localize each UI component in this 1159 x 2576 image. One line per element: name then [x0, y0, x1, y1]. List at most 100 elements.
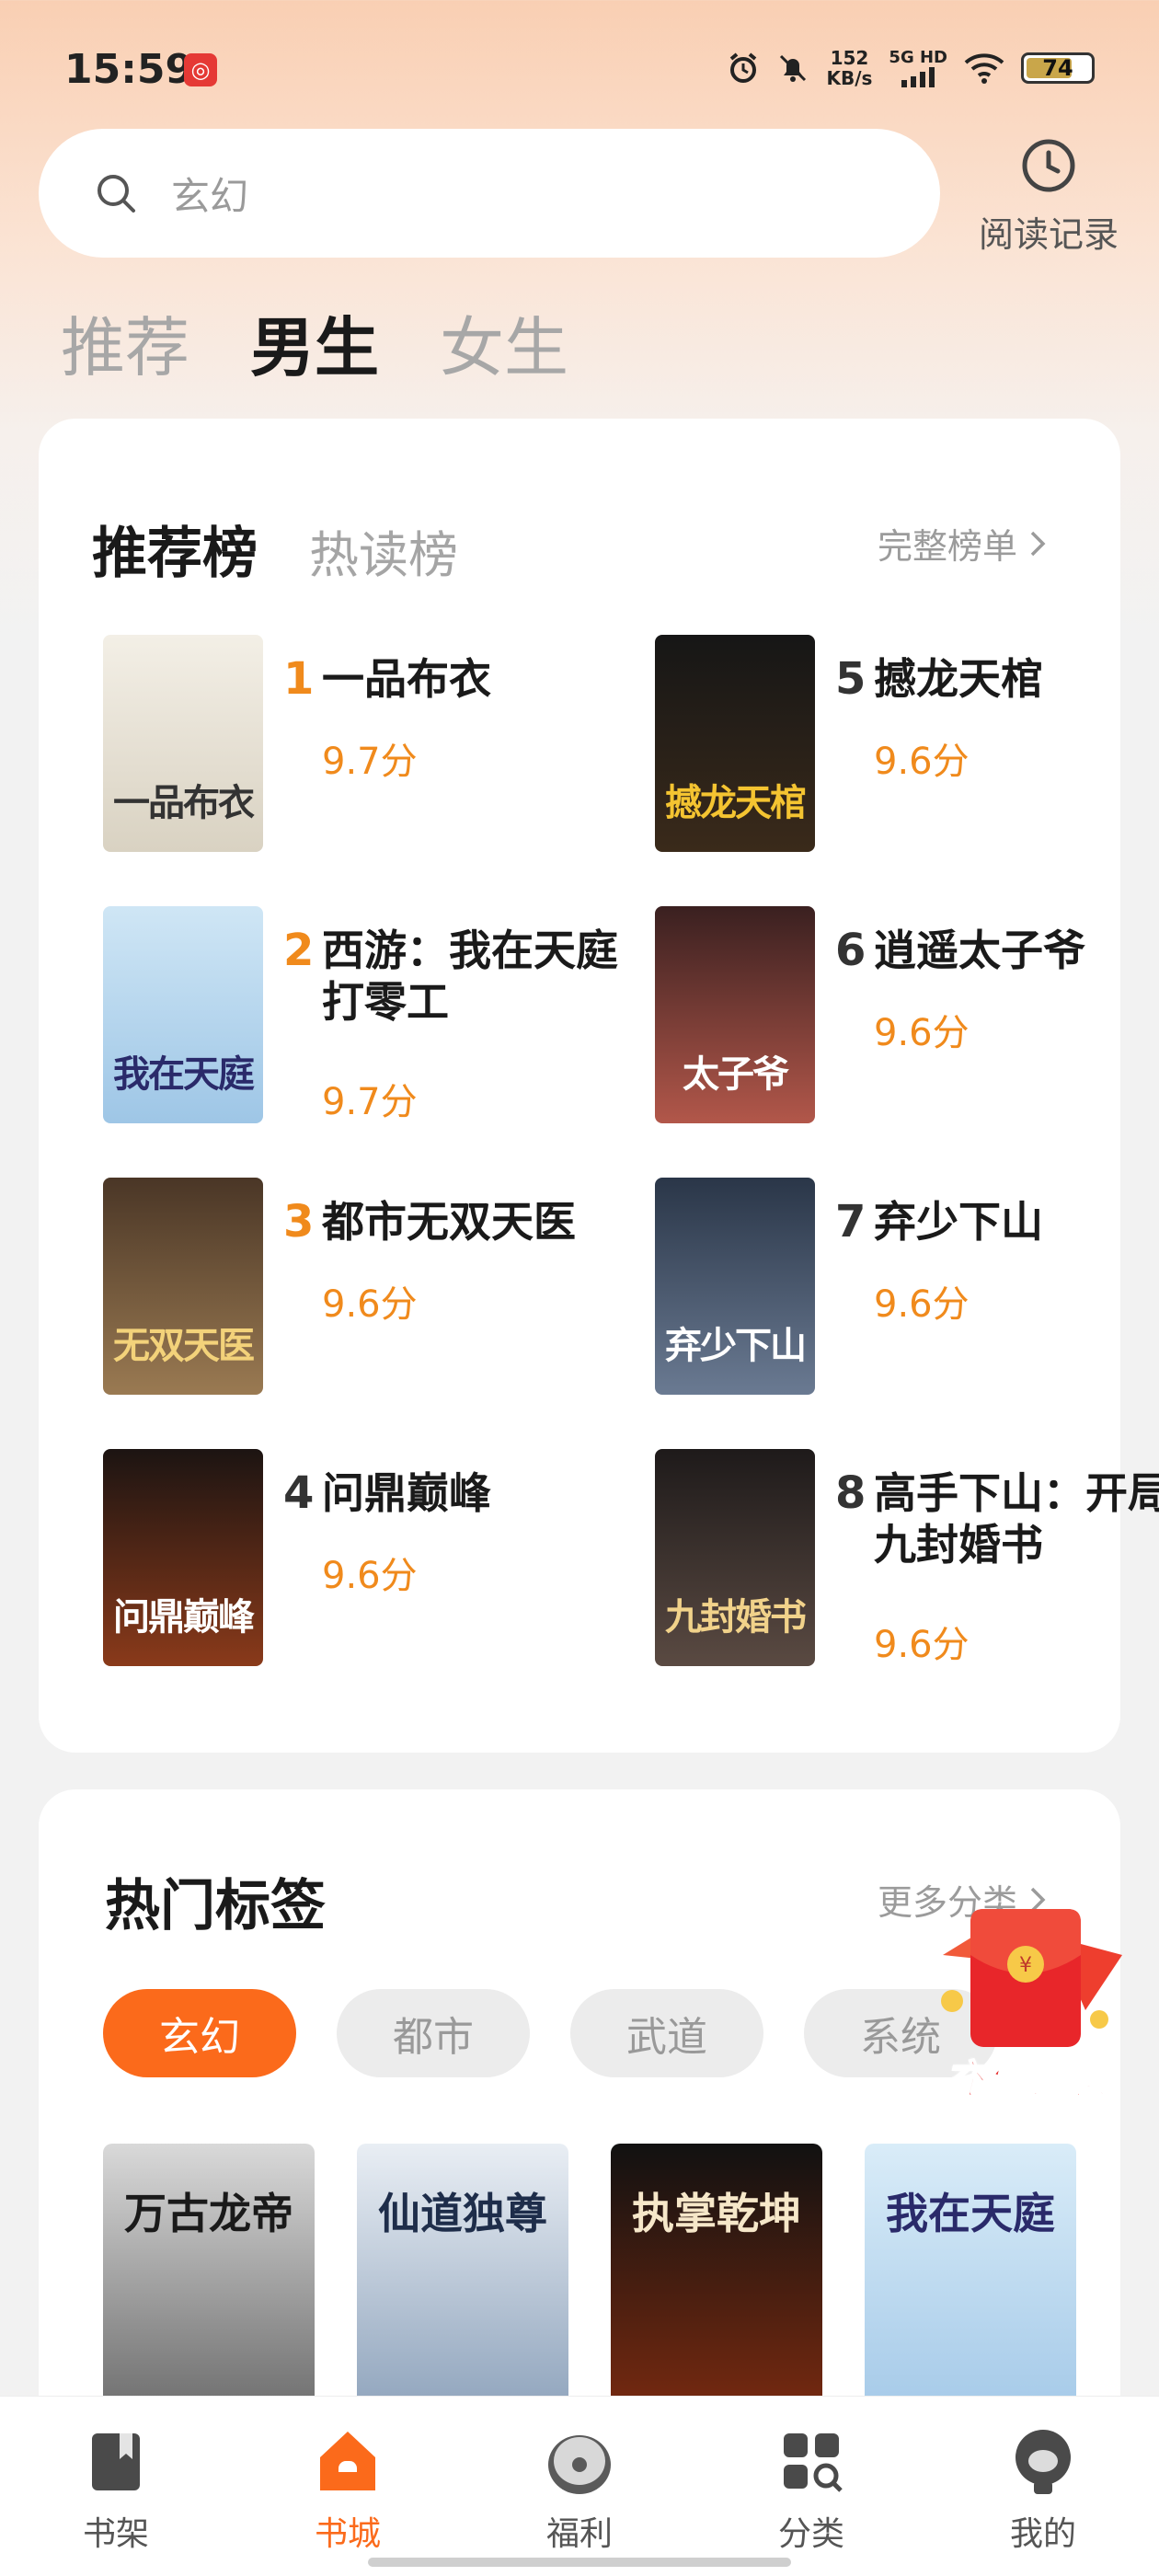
- home-indicator: [368, 2558, 791, 2567]
- profile-icon: [1016, 2430, 1071, 2494]
- battery-icon: 74: [1021, 52, 1095, 84]
- nav-category[interactable]: 分类: [695, 2397, 927, 2576]
- ranking-book-item[interactable]: 九封婚书 8 高手下山：开局九封婚书 9.6分: [655, 1449, 1159, 1670]
- book-rank: 8: [835, 1467, 866, 1519]
- ranking-book-item[interactable]: 无双天医 3 都市无双天医 9.6分: [103, 1178, 618, 1398]
- nav-welfare-label: 福利: [545, 2515, 613, 2553]
- bookshelf-icon: [92, 2433, 140, 2490]
- tab-hot-reading[interactable]: 热读榜: [309, 514, 458, 587]
- netease-music-icon: ◎: [184, 53, 217, 86]
- tab-male[interactable]: 男生: [250, 296, 379, 389]
- status-indicators: 152 KB/s 5G HD 74: [727, 48, 1095, 88]
- book-cover[interactable]: 撼龙天棺: [655, 635, 815, 852]
- tag-book-cover[interactable]: 万古龙帝: [103, 2144, 315, 2420]
- tag-xuanhuan[interactable]: 玄幻: [103, 1989, 296, 2077]
- cover-title: 弃少下山: [665, 1325, 807, 1367]
- ranking-card: 推荐榜 热读榜 完整榜单 一品布衣 1 一品布衣 9.7分 我在天庭 2 西游：我在天庭打零…: [39, 419, 1159, 1753]
- nav-category-label: 分类: [777, 2515, 844, 2553]
- book-title: 问鼎巅峰: [322, 1468, 491, 1518]
- gender-tabs: 推荐 男生 女生: [61, 296, 568, 389]
- nav-bookshelf-label: 书架: [82, 2515, 149, 2553]
- ranking-book-item[interactable]: 弃少下山 7 弃少下山 9.6分: [655, 1178, 1159, 1398]
- book-title: 撼龙天棺: [874, 654, 1043, 704]
- ranking-book-item[interactable]: 问鼎巅峰 4 问鼎巅峰 9.6分: [103, 1449, 618, 1670]
- tag-row: 玄幻 都市 武道 系统: [103, 1989, 997, 2077]
- book-rank: 4: [283, 1467, 315, 1519]
- cover-title: 万古龙帝: [124, 2189, 293, 2238]
- net-speed: 152 KB/s: [826, 48, 872, 88]
- status-time: 15:59: [64, 46, 194, 93]
- status-bar: 15:59 ◎ 152 KB/s 5G HD 74: [0, 0, 1159, 138]
- ranking-book-item[interactable]: 太子爷 6 逍遥太子爷 9.6分: [655, 906, 1159, 1127]
- signal-group: 5G HD: [889, 49, 947, 87]
- book-rank: 2: [283, 925, 315, 976]
- book-title: 都市无双天医: [322, 1197, 576, 1247]
- tag-dushi[interactable]: 都市: [337, 1989, 530, 2077]
- book-score: 9.6分: [874, 1283, 970, 1326]
- book-title: 西游：我在天庭打零工: [322, 926, 618, 1027]
- tab-recommend[interactable]: 推荐: [61, 296, 189, 389]
- mute-icon: [776, 52, 809, 85]
- book-title: 一品布衣: [322, 654, 491, 704]
- recharge-promo-label: 充值钜惠: [944, 2056, 1107, 2105]
- nav-bookstore[interactable]: 书城: [232, 2397, 464, 2576]
- tab-female[interactable]: 女生: [440, 296, 568, 389]
- full-ranking-label: 完整榜单: [877, 526, 1017, 567]
- book-cover[interactable]: 一品布衣: [103, 635, 263, 852]
- search-icon: [98, 175, 135, 213]
- book-cover[interactable]: 问鼎巅峰: [103, 1449, 263, 1666]
- book-score: 9.6分: [322, 1283, 418, 1326]
- nav-profile[interactable]: 我的: [927, 2397, 1159, 2576]
- nav-bookstore-label: 书城: [314, 2515, 381, 2553]
- net-speed-unit: KB/s: [826, 67, 873, 89]
- ranking-book-item[interactable]: 我在天庭 2 西游：我在天庭打零工 9.7分: [103, 906, 618, 1127]
- book-cover[interactable]: 弃少下山: [655, 1178, 815, 1395]
- recharge-promo-button[interactable]: ¥ 充值钜惠: [915, 1900, 1136, 2111]
- cover-title: 问鼎巅峰: [113, 1596, 255, 1639]
- book-title: 高手下山：开局九封婚书: [874, 1468, 1159, 1570]
- book-rank: 5: [835, 653, 866, 705]
- reading-history-label: 阅读记录: [978, 214, 1119, 255]
- book-cover[interactable]: 太子爷: [655, 906, 815, 1123]
- reading-history-button[interactable]: 阅读记录: [966, 136, 1131, 257]
- alarm-icon: [727, 52, 760, 85]
- book-rank: 1: [283, 653, 315, 705]
- book-score: 9.7分: [322, 741, 418, 783]
- book-score: 9.6分: [322, 1555, 418, 1597]
- clock-icon: [1022, 139, 1075, 192]
- book-rank: 6: [835, 925, 866, 976]
- book-rank: 3: [283, 1196, 315, 1248]
- hot-tags-title: 热门标签: [105, 1874, 326, 1938]
- book-cover[interactable]: 我在天庭: [103, 906, 263, 1123]
- tag-book-cover[interactable]: 仙道独尊: [357, 2144, 568, 2420]
- book-score: 9.6分: [874, 1012, 970, 1054]
- full-ranking-link[interactable]: 完整榜单: [878, 518, 1049, 569]
- tag-wudao[interactable]: 武道: [570, 1989, 763, 2077]
- search-input[interactable]: 玄幻: [39, 129, 940, 258]
- book-title: 逍遥太子爷: [874, 926, 1085, 975]
- book-title: 弃少下山: [874, 1197, 1043, 1247]
- cover-title: 仙道独尊: [378, 2189, 547, 2238]
- nav-welfare[interactable]: 福利: [464, 2397, 695, 2576]
- ranking-book-item[interactable]: 一品布衣 1 一品布衣 9.7分: [103, 635, 618, 856]
- chevron-right-icon: [1030, 531, 1046, 556]
- network-type: 5G HD: [889, 48, 947, 67]
- ranking-tabs: 推荐榜 热读榜: [92, 509, 458, 589]
- tab-recommend-ranking[interactable]: 推荐榜: [92, 509, 258, 589]
- nav-bookshelf[interactable]: 书架: [0, 2397, 232, 2576]
- nav-profile-label: 我的: [1009, 2515, 1076, 2553]
- battery-percent: 74: [1042, 55, 1073, 81]
- book-cover[interactable]: 无双天医: [103, 1178, 263, 1395]
- bookstore-icon: [320, 2432, 375, 2490]
- tag-book-covers: 万古龙帝 仙道独尊 执掌乾坤 我在天庭: [103, 2144, 1076, 2420]
- cover-title: 九封婚书: [665, 1596, 807, 1639]
- svg-text:¥: ¥: [1019, 1954, 1032, 1977]
- tag-book-cover[interactable]: 执掌乾坤: [611, 2144, 822, 2420]
- signal-icon: [901, 67, 935, 87]
- bottom-nav: 书架 书城 福利 分类 我的: [0, 2396, 1159, 2576]
- book-cover[interactable]: 九封婚书: [655, 1449, 815, 1666]
- ranking-book-item[interactable]: 撼龙天棺 5 撼龙天棺 9.6分: [655, 635, 1159, 856]
- tag-book-cover[interactable]: 我在天庭: [865, 2144, 1076, 2420]
- category-icon: [784, 2433, 843, 2492]
- cover-title: 我在天庭: [113, 1053, 255, 1096]
